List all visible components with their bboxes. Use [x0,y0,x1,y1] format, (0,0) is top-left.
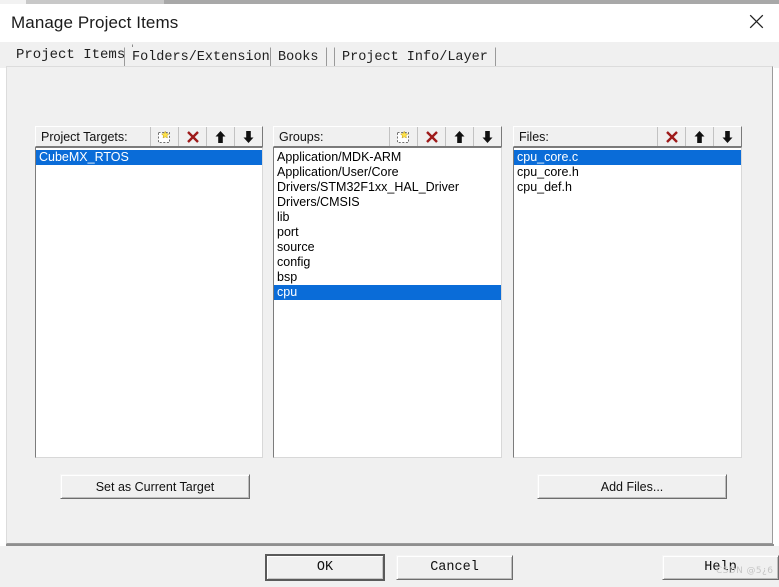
new-item-icon[interactable] [389,127,417,146]
project-targets-listbox[interactable]: CubeMX_RTOS [35,147,263,458]
list-item[interactable]: Application/User/Core [274,165,501,180]
list-item[interactable]: config [274,255,501,270]
project-targets-header: Project Targets: [35,126,263,147]
list-item[interactable]: cpu_core.h [514,165,741,180]
groups-header: Groups: [273,126,502,147]
close-icon[interactable] [733,4,779,38]
cancel-button[interactable]: Cancel [396,555,513,580]
list-item[interactable]: CubeMX_RTOS [36,150,262,165]
dialog-titlebar: Manage Project Items [0,4,779,42]
list-item[interactable]: cpu_core.c [514,150,741,165]
manage-project-items-dialog: Manage Project Items Project Items Folde… [0,4,779,587]
project-targets-toolbar [150,127,262,146]
tab-project-items[interactable]: Project Items [8,44,134,68]
move-up-icon[interactable] [445,127,473,146]
list-item[interactable]: lib [274,210,501,225]
list-item[interactable]: port [274,225,501,240]
groups-toolbar [389,127,501,146]
tab-books[interactable]: Books [270,47,327,68]
move-up-icon[interactable] [685,127,713,146]
project-targets-label: Project Targets: [41,129,128,144]
move-down-icon[interactable] [473,127,501,146]
new-item-icon[interactable] [150,127,178,146]
move-up-icon[interactable] [206,127,234,146]
list-item[interactable]: cpu_def.h [514,180,741,195]
list-item[interactable]: Application/MDK-ARM [274,150,501,165]
move-down-icon[interactable] [713,127,741,146]
files-header: Files: [513,126,742,147]
files-listbox[interactable]: cpu_core.c cpu_core.h cpu_def.h [513,147,742,458]
project-targets-panel: Project Targets: CubeMX_RTOS Set as Curr… [35,126,263,499]
dialog-title: Manage Project Items [11,13,179,32]
tab-folders-extensions[interactable]: Folders/Extensions [124,47,286,68]
delete-icon[interactable] [178,127,206,146]
files-label: Files: [519,129,549,144]
move-down-icon[interactable] [234,127,262,146]
set-as-current-target-button[interactable]: Set as Current Target [60,474,250,499]
project-items-tab-page: Project Targets: CubeMX_RTOS Set as Curr… [6,66,773,544]
delete-icon[interactable] [657,127,685,146]
delete-icon[interactable] [417,127,445,146]
files-panel: Files: cpu_core.c cpu_core.h cpu_def.h A… [513,126,742,499]
list-item[interactable]: Drivers/STM32F1xx_HAL_Driver [274,180,501,195]
groups-panel: Groups: Application/MDK-ARM Application/… [273,126,502,458]
list-item[interactable]: bsp [274,270,501,285]
ok-button[interactable]: OK [265,554,385,581]
list-item[interactable]: Drivers/CMSIS [274,195,501,210]
files-toolbar [657,127,741,146]
add-files-button[interactable]: Add Files... [537,474,727,499]
list-item[interactable]: cpu [274,285,501,300]
list-item[interactable]: source [274,240,501,255]
help-button[interactable]: Help [662,555,779,580]
dialog-footer: OK Cancel Help [0,546,779,587]
groups-listbox[interactable]: Application/MDK-ARM Application/User/Cor… [273,147,502,458]
groups-label: Groups: [279,129,324,144]
tab-project-info-layer[interactable]: Project Info/Layer [334,47,496,68]
tab-strip: Project Items Folders/Extensions Books P… [0,42,779,68]
